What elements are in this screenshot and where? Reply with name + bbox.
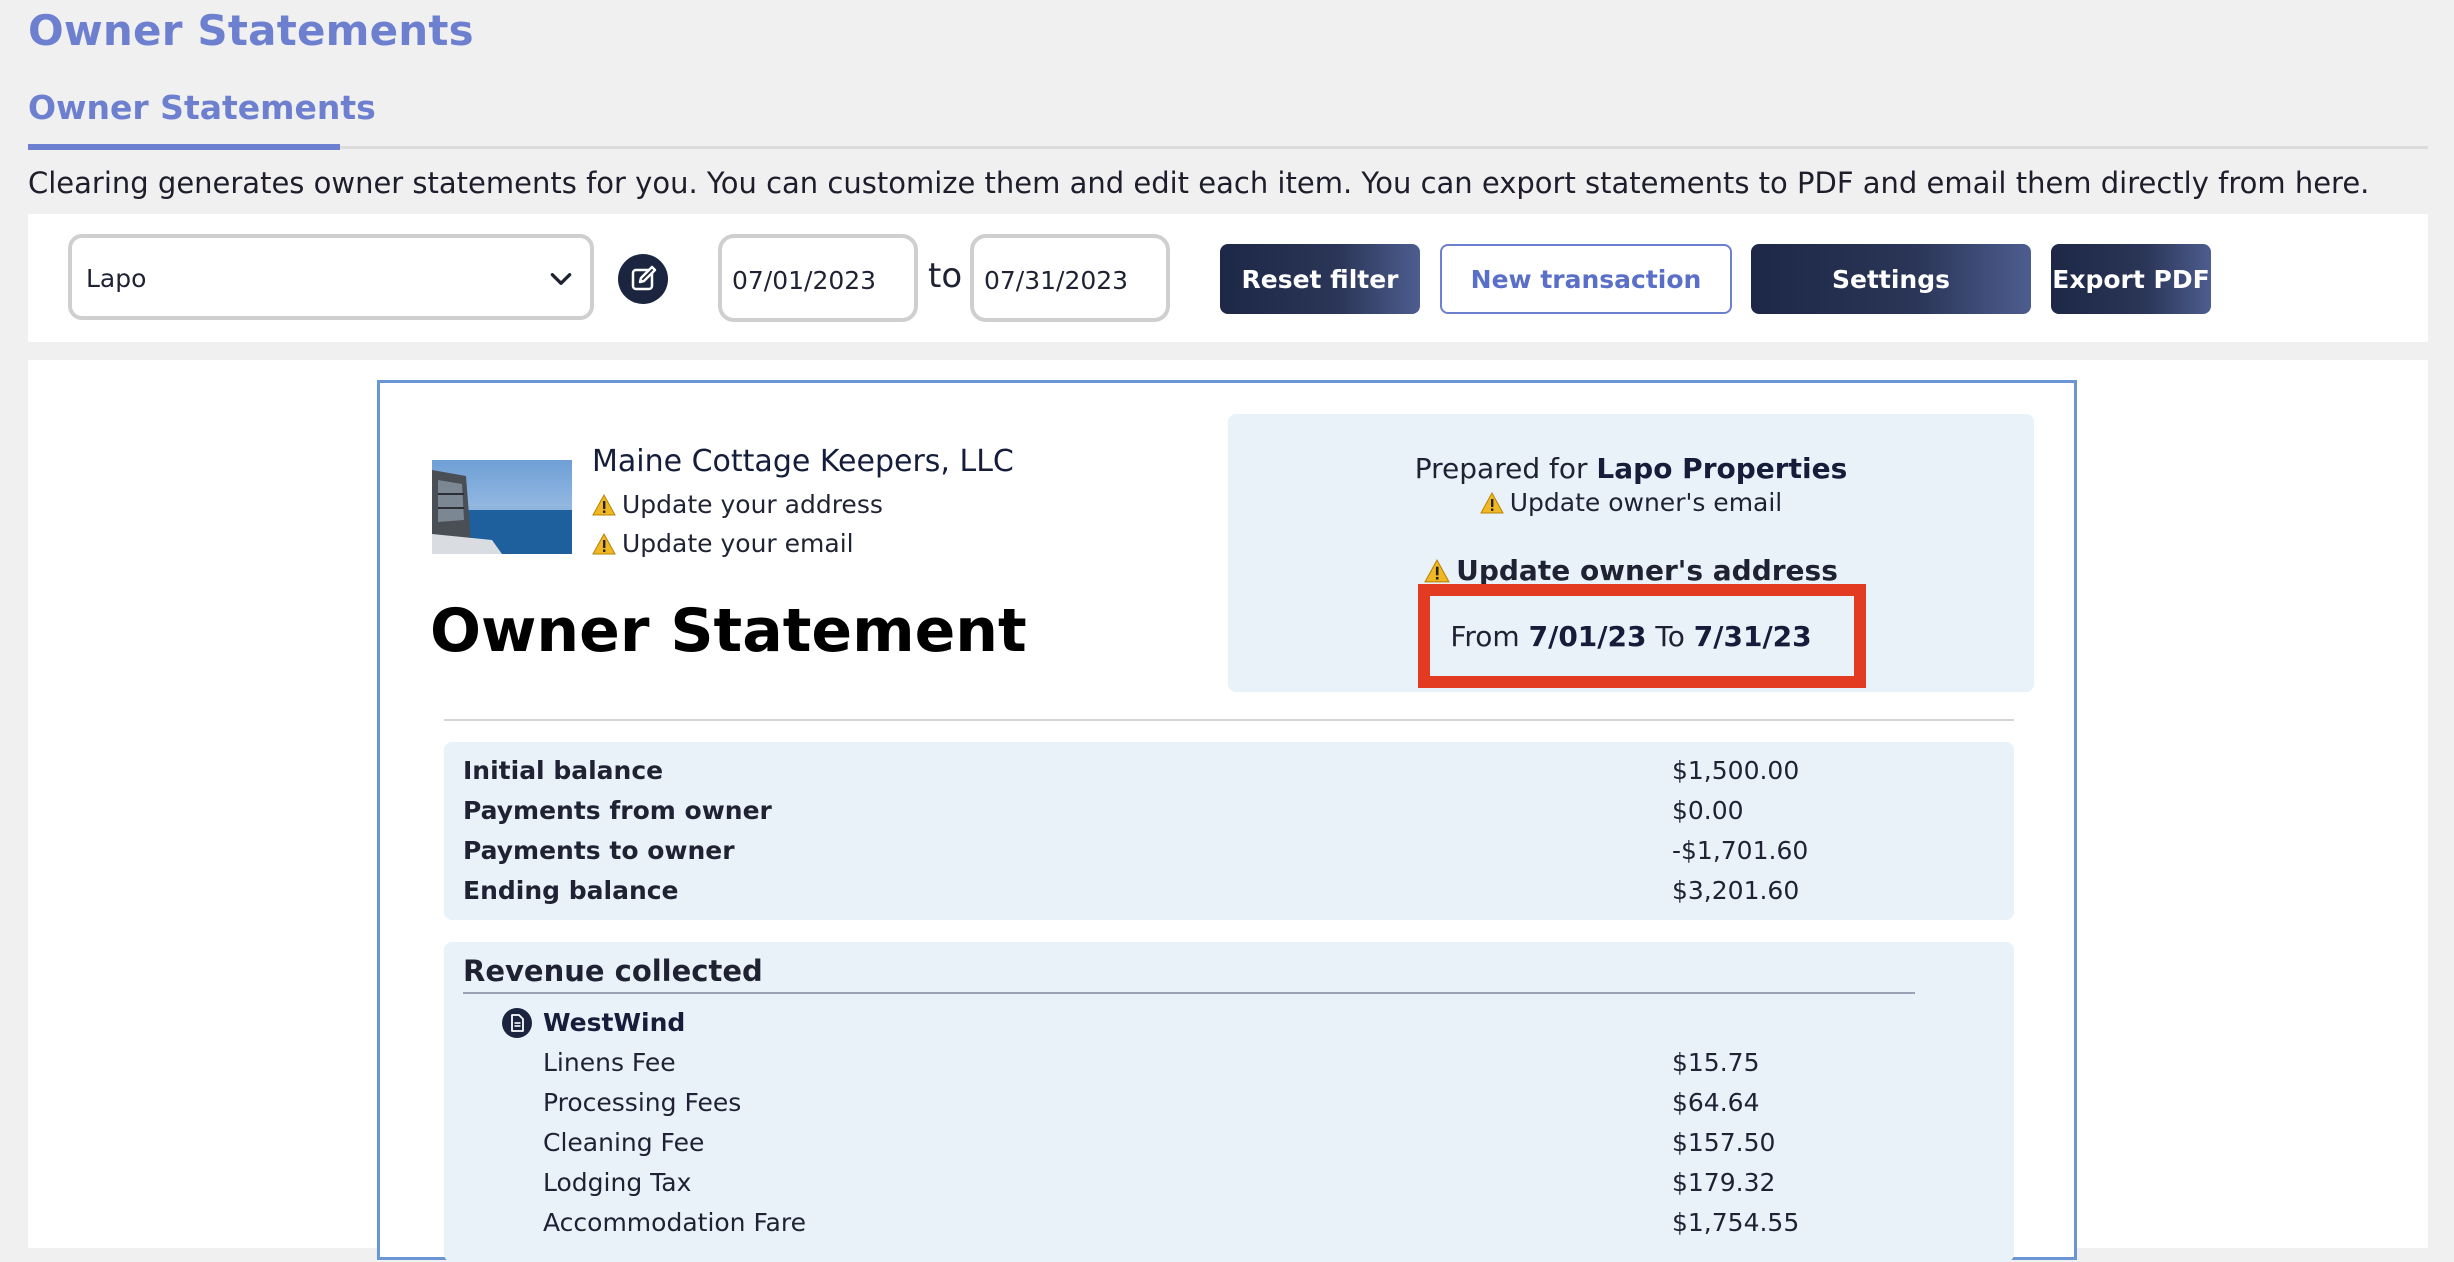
date-to-input[interactable]: 07/31/2023 xyxy=(970,234,1170,322)
revenue-divider xyxy=(463,992,1915,994)
revenue-item-label: Accommodation Fare xyxy=(543,1208,806,1237)
balance-label: Payments to owner xyxy=(463,836,735,865)
update-address-link: Update your address xyxy=(622,490,883,519)
revenue-item-value: $64.64 xyxy=(1672,1088,1760,1117)
company-logo xyxy=(432,460,572,554)
tab-owner-statements[interactable]: Owner Statements xyxy=(28,88,376,127)
highlight-annotation xyxy=(1418,584,1866,688)
revenue-item-label: Cleaning Fee xyxy=(543,1128,705,1157)
update-owner-email-warning[interactable]: Update owner's email xyxy=(1228,488,2034,517)
update-email-link: Update your email xyxy=(622,529,854,558)
listing-name: WestWind xyxy=(543,1008,686,1037)
revenue-item-value: $157.50 xyxy=(1672,1128,1776,1157)
revenue-item-value: $15.75 xyxy=(1672,1048,1760,1077)
date-range-separator: to xyxy=(928,256,963,296)
chevron-down-icon xyxy=(550,273,572,285)
warning-icon xyxy=(592,533,616,555)
document-icon[interactable] xyxy=(502,1008,532,1038)
settings-button[interactable]: Settings xyxy=(1751,244,2031,314)
warning-icon xyxy=(592,494,616,516)
company-name: Maine Cottage Keepers, LLC xyxy=(592,444,1014,479)
export-pdf-button[interactable]: Export PDF xyxy=(2051,244,2211,314)
date-from-value: 07/01/2023 xyxy=(732,266,877,295)
page-title: Owner Statements xyxy=(28,6,474,55)
owner-name: Lapo Properties xyxy=(1596,452,1848,485)
balance-value: $0.00 xyxy=(1672,796,1744,825)
update-owner-address-link: Update owner's address xyxy=(1456,554,1838,587)
revenue-item-value: $1,754.55 xyxy=(1672,1208,1800,1237)
date-to-value: 07/31/2023 xyxy=(984,266,1129,295)
revenue-title: Revenue collected xyxy=(463,954,763,988)
page-description: Clearing generates owner statements for … xyxy=(28,166,2370,200)
balance-label: Ending balance xyxy=(463,876,679,905)
revenue-item-value: $179.32 xyxy=(1672,1168,1776,1197)
balance-value: $3,201.60 xyxy=(1672,876,1800,905)
update-owner-address-warning[interactable]: Update owner's address xyxy=(1228,554,2034,587)
prepared-for-line: Prepared for Lapo Properties xyxy=(1228,452,2034,485)
revenue-item-label: Processing Fees xyxy=(543,1088,742,1117)
statement-title: Owner Statement xyxy=(430,596,1027,666)
revenue-item-label: Linens Fee xyxy=(543,1048,676,1077)
date-from-input[interactable]: 07/01/2023 xyxy=(718,234,918,322)
edit-owner-button[interactable] xyxy=(618,254,668,304)
new-transaction-button[interactable]: New transaction xyxy=(1440,244,1732,314)
warning-icon xyxy=(1479,492,1504,514)
warning-icon xyxy=(1424,559,1450,583)
balance-value: $1,500.00 xyxy=(1672,756,1800,785)
section-divider xyxy=(444,719,2014,721)
update-address-warning[interactable]: Update your address xyxy=(592,490,883,519)
prepared-for-prefix: Prepared for xyxy=(1414,452,1588,485)
reset-filter-button[interactable]: Reset filter xyxy=(1220,244,1420,314)
revenue-item-label: Lodging Tax xyxy=(543,1168,692,1197)
tab-divider xyxy=(28,146,2428,149)
edit-icon xyxy=(631,265,657,291)
active-tab-indicator xyxy=(28,144,340,150)
update-email-warning[interactable]: Update your email xyxy=(592,529,854,558)
update-owner-email-link: Update owner's email xyxy=(1509,488,1783,517)
balance-label: Initial balance xyxy=(463,756,664,785)
owner-select-value: Lapo xyxy=(86,264,147,293)
owner-select[interactable]: Lapo xyxy=(68,234,594,320)
balance-label: Payments from owner xyxy=(463,796,772,825)
balance-value: -$1,701.60 xyxy=(1672,836,1809,865)
